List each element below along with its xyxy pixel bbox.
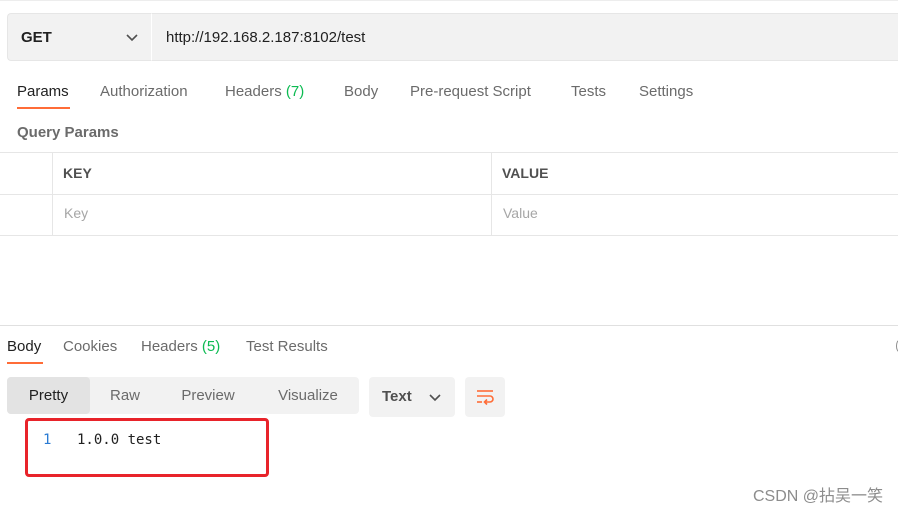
tab-headers-label: Headers bbox=[225, 83, 282, 100]
tab-headers[interactable]: Headers (7) bbox=[225, 83, 304, 100]
tab-authorization[interactable]: Authorization bbox=[100, 83, 188, 100]
top-divider bbox=[0, 0, 898, 1]
table-column-divider bbox=[52, 152, 53, 236]
view-preview-button[interactable]: Preview bbox=[163, 377, 253, 414]
table-column-divider bbox=[491, 152, 492, 236]
table-border-middle bbox=[0, 194, 898, 195]
highlight-annotation bbox=[25, 418, 269, 477]
active-tab-indicator bbox=[17, 107, 70, 109]
tab-params[interactable]: Params bbox=[17, 83, 69, 100]
url-input[interactable]: http://192.168.2.187:8102/test bbox=[151, 13, 898, 61]
response-divider[interactable] bbox=[0, 325, 898, 326]
wrap-lines-icon bbox=[477, 390, 494, 406]
format-select-value: Text bbox=[382, 388, 412, 405]
key-column-header: KEY bbox=[63, 165, 92, 181]
response-tab-test-results[interactable]: Test Results bbox=[246, 338, 328, 355]
chevron-down-icon bbox=[429, 394, 441, 402]
view-mode-switcher: Pretty Raw Preview Visualize bbox=[7, 377, 359, 414]
value-input[interactable]: Value bbox=[503, 205, 538, 221]
response-tab-headers-label: Headers bbox=[141, 338, 198, 355]
response-tab-cookies[interactable]: Cookies bbox=[63, 338, 117, 355]
response-tab-headers-count: (5) bbox=[201, 338, 221, 355]
format-select[interactable]: Text bbox=[369, 377, 455, 417]
tab-body[interactable]: Body bbox=[344, 83, 378, 100]
url-text: http://192.168.2.187:8102/test bbox=[166, 29, 366, 46]
table-border-top bbox=[0, 152, 898, 153]
tab-settings[interactable]: Settings bbox=[639, 83, 693, 100]
tab-tests[interactable]: Tests bbox=[571, 83, 606, 100]
response-tab-body[interactable]: Body bbox=[7, 338, 41, 355]
request-tabs: Params Authorization Headers (7) Body Pr… bbox=[0, 80, 898, 110]
chevron-down-icon bbox=[126, 34, 138, 42]
wrap-lines-button[interactable] bbox=[465, 377, 505, 417]
response-tab-headers[interactable]: Headers (5) bbox=[141, 338, 220, 355]
query-params-table: KEY VALUE Key Value bbox=[0, 152, 898, 236]
view-pretty-button[interactable]: Pretty bbox=[7, 377, 90, 414]
method-select[interactable]: GET bbox=[7, 13, 151, 61]
view-visualize-button[interactable]: Visualize bbox=[257, 377, 359, 414]
tab-pre-request-script[interactable]: Pre-request Script bbox=[410, 83, 531, 100]
table-border-bottom bbox=[0, 235, 898, 236]
key-input[interactable]: Key bbox=[64, 205, 88, 221]
view-raw-button[interactable]: Raw bbox=[91, 377, 159, 414]
response-tabs: Body Cookies Headers (5) Test Results bbox=[0, 335, 898, 365]
value-column-header: VALUE bbox=[502, 165, 549, 181]
active-response-tab-indicator bbox=[7, 362, 43, 364]
method-label: GET bbox=[21, 29, 52, 46]
watermark: CSDN @拈吴一笑 bbox=[752, 488, 883, 505]
tab-headers-count: (7) bbox=[285, 83, 305, 100]
query-params-title: Query Params bbox=[17, 124, 119, 141]
